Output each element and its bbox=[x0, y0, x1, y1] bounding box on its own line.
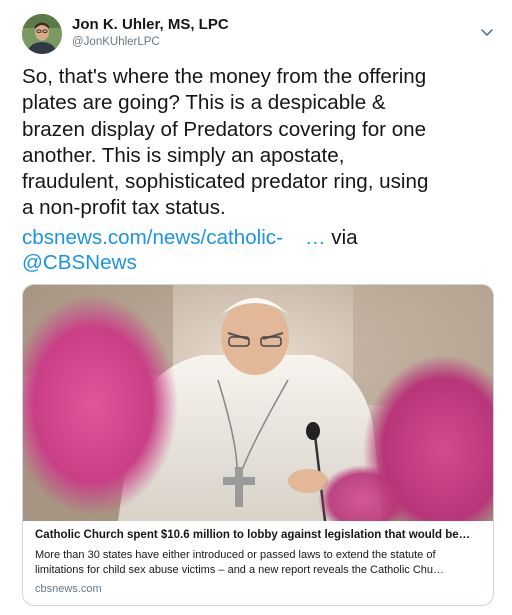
news-photo-icon bbox=[23, 285, 493, 521]
tweet-text-line: a non-profit tax status. bbox=[22, 196, 226, 220]
mention-line: @CBSNews bbox=[22, 250, 137, 276]
tweet-text-line: fraudulent, sophisticated predator ring,… bbox=[22, 170, 429, 194]
link-ellipsis[interactable]: … bbox=[305, 226, 326, 249]
tweet-text-line: So, that's where the money from the offe… bbox=[22, 65, 427, 88]
article-link[interactable]: cbsnews.com/news/catholic- bbox=[22, 226, 283, 249]
tweet: Jon K. Uhler, MS, LPC @JonKUhlerLPC So, … bbox=[0, 0, 512, 615]
tweet-text: So, that's where the money from the offe… bbox=[22, 64, 498, 222]
tweet-link-line: cbsnews.com/news/catholic- … via bbox=[22, 225, 358, 251]
card-description-line: limitations for child sex abuse victims … bbox=[35, 564, 445, 576]
tweet-text-line: plates are going? This is a despicable & bbox=[22, 91, 386, 115]
mention-link[interactable]: @CBSNews bbox=[22, 251, 137, 274]
card-domain: cbsnews.com bbox=[35, 583, 102, 595]
card-description: More than 30 states have either introduc… bbox=[35, 548, 485, 578]
tweet-text-line: brazen display of Predators covering for… bbox=[22, 117, 427, 141]
link-card[interactable]: Catholic Church spent $10.6 million to l… bbox=[22, 284, 494, 606]
tweet-text-line: another. This is simply an apostate, bbox=[22, 143, 345, 167]
author-handle[interactable]: @JonKUhlerLPC bbox=[72, 36, 160, 48]
author-name[interactable]: Jon K. Uhler, MS, LPC bbox=[72, 16, 229, 33]
card-title[interactable]: Catholic Church spent $10.6 million to l… bbox=[35, 529, 485, 541]
via-label: via bbox=[331, 226, 358, 249]
avatar[interactable] bbox=[22, 14, 62, 54]
chevron-down-icon[interactable] bbox=[478, 26, 496, 40]
card-description-line: More than 30 states have either introduc… bbox=[35, 549, 436, 561]
profile-photo-icon bbox=[22, 14, 62, 54]
card-image[interactable] bbox=[23, 285, 493, 521]
